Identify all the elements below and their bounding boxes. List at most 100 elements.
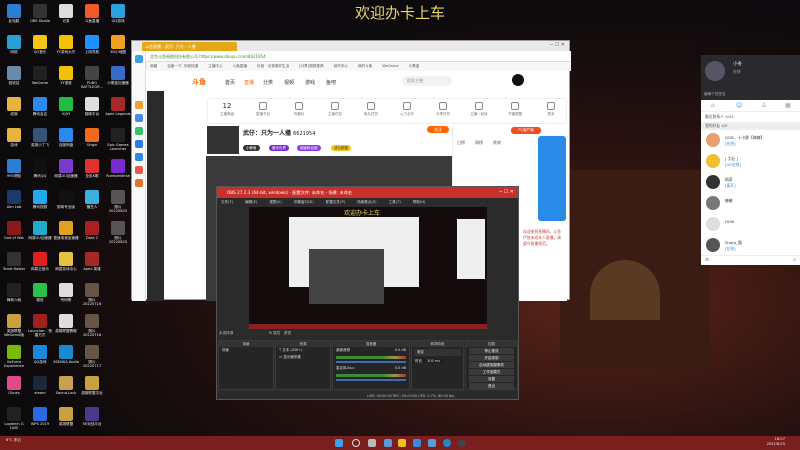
weather-widget[interactable]: 6°C 多云 bbox=[6, 438, 21, 443]
desktop-icon[interactable]: 上网导航 bbox=[79, 35, 105, 65]
desktop-icon[interactable]: 照片 20220825 bbox=[105, 190, 131, 220]
sidebar-app-icon[interactable] bbox=[135, 114, 143, 122]
desktop-icon[interactable]: 3D小地图 bbox=[105, 35, 131, 65]
desktop-icon[interactable]: 百度网盘 bbox=[53, 128, 79, 158]
desktop-icon[interactable]: 腾讯QQ bbox=[27, 159, 53, 189]
contact-item[interactable]: [ 大壮 ] [4G在线] bbox=[701, 152, 800, 172]
desktop-icon[interactable]: QQ游戏 bbox=[105, 4, 131, 34]
tool-item[interactable]: 火力全开 bbox=[392, 102, 422, 117]
desktop-icon[interactable]: 990测验 bbox=[1, 159, 27, 189]
rank-tab[interactable]: 贵宾 bbox=[493, 140, 501, 146]
volume-slider[interactable] bbox=[336, 379, 406, 381]
address-bar[interactable]: 北京斗鱼网络科技有限公司 https://www.douyu.com/66219… bbox=[146, 51, 571, 62]
settings-button[interactable]: 设置 bbox=[469, 376, 514, 382]
tab-contacts-icon[interactable]: ☺ bbox=[736, 102, 742, 109]
desktop-icon[interactable]: QQ音乐 bbox=[27, 35, 53, 65]
contact-item[interactable]: 椿椿 bbox=[701, 194, 800, 214]
desktop-icon[interactable]: 斗鱼直播 bbox=[79, 4, 105, 34]
bookmark[interactable]: [分享]视频推荐 bbox=[299, 64, 323, 68]
desktop-icon[interactable]: WeGame bbox=[27, 66, 53, 96]
pc-client-button[interactable]: PC客户端 bbox=[511, 127, 541, 134]
source-item[interactable]: ▭ 显示器采集 bbox=[276, 354, 330, 361]
tab-messages-icon[interactable]: ⌂ bbox=[711, 102, 715, 109]
desktop-icon[interactable]: 英雄联盟教程 bbox=[53, 314, 79, 344]
studio-mode-button[interactable]: 工作室模式 bbox=[469, 369, 514, 375]
desktop-icon[interactable]: 网易UU加速器 bbox=[53, 159, 79, 189]
menu-tools[interactable]: 工具(T) bbox=[389, 200, 401, 204]
desktop-icon[interactable]: Origin bbox=[79, 128, 105, 158]
tool-item[interactable]: 开播提醒 bbox=[500, 102, 530, 117]
desktop-icon[interactable]: iTunes bbox=[1, 376, 27, 406]
tab-groups-icon[interactable]: ♙ bbox=[761, 102, 766, 109]
badge-chip[interactable]: 小鲸鱼 bbox=[243, 145, 260, 151]
bookmark[interactable]: 创作中心 bbox=[334, 64, 348, 68]
desktop-icon[interactable]: 网易UU加速器 bbox=[27, 221, 53, 251]
volume-slider[interactable] bbox=[336, 361, 406, 363]
desktop-icon[interactable]: 腾讯会议 bbox=[27, 97, 53, 127]
tool-item[interactable]: 分享任务 bbox=[428, 102, 458, 117]
stop-streaming-button[interactable]: 停止推流 bbox=[469, 348, 514, 354]
desktop-icon[interactable]: WPS 2019 bbox=[27, 407, 53, 437]
site-search-input[interactable]: 搜索主播 bbox=[402, 76, 452, 86]
desktop-icon[interactable]: Aim Lab bbox=[1, 190, 27, 220]
menu-help[interactable]: 帮助(H) bbox=[413, 200, 426, 204]
search-icon[interactable]: ⌕ bbox=[793, 257, 796, 263]
desktop-icon[interactable]: 网络 bbox=[1, 35, 27, 65]
desktop-icon[interactable]: iQIYI bbox=[53, 97, 79, 127]
file-explorer-icon[interactable] bbox=[398, 439, 406, 447]
tool-item[interactable]: 鱼丸任务 bbox=[356, 102, 386, 117]
desktop-icon[interactable]: 英雄小丁飞 bbox=[27, 128, 53, 158]
nav-category[interactable]: 分类 bbox=[263, 79, 273, 86]
qq-avatar[interactable] bbox=[705, 61, 725, 81]
qq-signature[interactable]: 编辑个性签名 bbox=[704, 92, 726, 97]
steam-icon[interactable] bbox=[428, 439, 436, 447]
browser-taskbar-icon[interactable] bbox=[443, 439, 451, 447]
menu-scene-collection[interactable]: 场景集合(S) bbox=[357, 200, 376, 204]
user-avatar[interactable] bbox=[512, 74, 524, 86]
contact-item[interactable]: HUXI bbox=[701, 215, 800, 235]
badge-chip[interactable]: 成为超管 bbox=[331, 145, 351, 151]
start-button-icon[interactable] bbox=[335, 439, 343, 447]
tool-item[interactable]: 直播节目 bbox=[248, 102, 278, 117]
obs-taskbar-icon[interactable] bbox=[458, 439, 466, 447]
menu-view[interactable]: 视图(V) bbox=[269, 200, 281, 204]
window-controls[interactable]: ─ ☐ ✕ bbox=[499, 189, 514, 195]
desktop-icon[interactable]: GeForce Experience bbox=[1, 345, 27, 375]
desktop-icon[interactable]: PUBG BATTLEGR... bbox=[79, 66, 105, 96]
bookmark[interactable]: 主播中心 bbox=[208, 64, 222, 68]
nav-game[interactable]: 游戏 bbox=[305, 79, 315, 86]
desktop-icon[interactable]: 糖豆人 bbox=[79, 190, 105, 220]
source-item[interactable]: T 文本 (GDI+) bbox=[276, 347, 330, 354]
desktop-icon[interactable]: QQ游戏 bbox=[27, 345, 53, 375]
desktop-icon[interactable]: 照片 20220717 bbox=[79, 345, 105, 375]
desktop-icon[interactable]: 成就 bbox=[1, 97, 27, 127]
menu-profile[interactable]: 配置文件(P) bbox=[326, 200, 345, 204]
desktop-icon[interactable]: 网易云音乐 bbox=[27, 252, 53, 282]
qq-taskbar-icon[interactable] bbox=[413, 439, 421, 447]
desktop-icon[interactable]: 英雄联盟WeGame版 bbox=[1, 314, 27, 344]
bookmark[interactable]: 我的斗鱼 bbox=[358, 64, 372, 68]
desktop-icon[interactable]: 5E对战平台 bbox=[79, 407, 105, 437]
promo-banner[interactable] bbox=[538, 136, 566, 221]
contact-item[interactable]: GOD - 十小胖【梅梅】 [在线] bbox=[701, 131, 800, 151]
obs-preview[interactable]: 欢迎办卡上车 bbox=[249, 207, 487, 329]
group-friends[interactable]: 我的好友 4/5 bbox=[701, 122, 800, 130]
desktop-icon[interactable]: 极速电竞加速器 bbox=[53, 221, 79, 251]
nav-yuba[interactable]: 鱼吧 bbox=[326, 79, 336, 86]
desktop-icon[interactable]: 小黑盒加速器 bbox=[105, 66, 131, 96]
clock[interactable]: 18:07 2022/8/25 bbox=[740, 437, 785, 447]
desktop-icon[interactable]: YY语音 bbox=[53, 66, 79, 96]
virtual-camera-button[interactable]: 启动虚拟摄像机 bbox=[469, 362, 514, 368]
bookmark[interactable]: 小黑盒 bbox=[409, 64, 420, 68]
sidebar-app-icon[interactable] bbox=[135, 127, 143, 135]
menu-edit[interactable]: 编辑(E) bbox=[245, 200, 257, 204]
desktop-icon[interactable]: 梅林六耗 bbox=[1, 283, 27, 313]
desktop-icon[interactable]: steam bbox=[27, 376, 53, 406]
desktop-icon[interactable]: Apex 英雄 bbox=[79, 252, 105, 282]
menu-docks[interactable]: 停靠窗口(D) bbox=[294, 200, 314, 204]
qq-status[interactable]: 在线 bbox=[733, 69, 741, 75]
menu-file[interactable]: 文件(F) bbox=[221, 200, 233, 204]
desktop-icon[interactable]: XSENSA Audio bbox=[53, 345, 79, 375]
desktop-icon[interactable]: Apex Legends bbox=[105, 97, 131, 127]
desktop-icon[interactable]: 英雄联盟 bbox=[53, 407, 79, 437]
